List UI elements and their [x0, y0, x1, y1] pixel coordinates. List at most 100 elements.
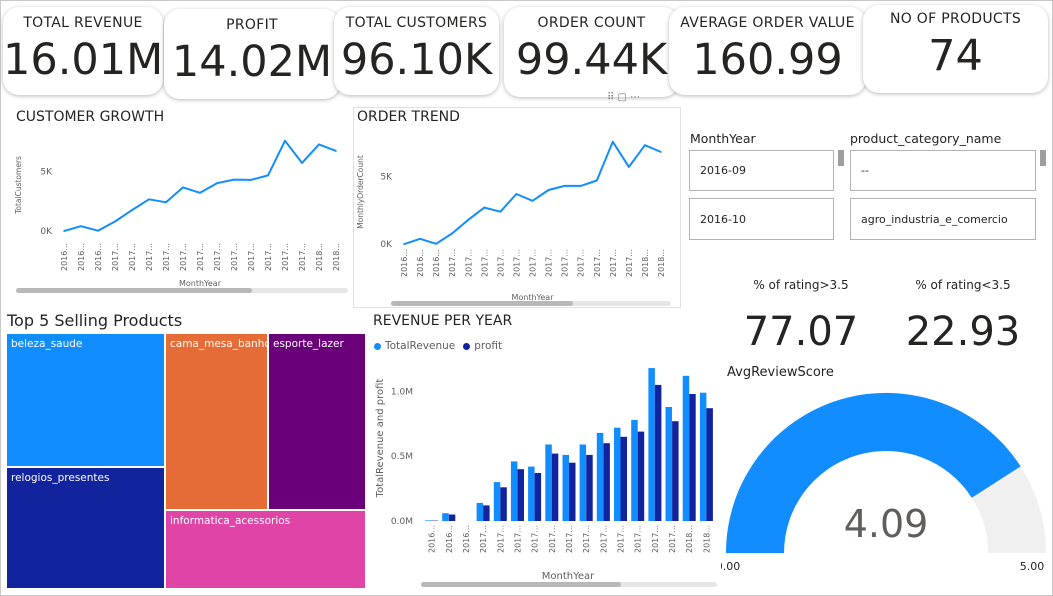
visual-header-icons[interactable]: ⠿ ▢ ⋯	[607, 92, 640, 103]
x-tick-label: 2017...	[128, 243, 137, 271]
data-point	[660, 151, 662, 153]
bar-totalrevenue	[682, 375, 690, 521]
x-tick-label: 2017...	[264, 243, 273, 271]
y-axis-label: TotalCustomers	[14, 156, 23, 215]
x-tick-label: 2018...	[315, 243, 324, 271]
revenue-per-year-chart[interactable]: 0.0M 0.5M 1.0M TotalRevenue and profit 2016.…	[371, 353, 721, 585]
revenue-per-year-title: REVENUE PER YEAR	[373, 313, 513, 329]
kpi-card-total-customers[interactable]: TOTAL CUSTOMERS 96.10K	[334, 7, 499, 95]
kpi-value: 74	[928, 31, 983, 81]
x-tick-label: 2018...	[641, 249, 650, 277]
kpi-card-no-of-products[interactable]: NO OF PRODUCTS 74	[863, 5, 1048, 93]
data-point	[148, 198, 150, 201]
x-tick-label: 2017...	[609, 249, 618, 277]
data-point	[612, 141, 614, 143]
bar-profit	[603, 443, 610, 521]
month-slicer-item[interactable]: 2016-10	[689, 198, 834, 240]
data-point	[199, 191, 201, 194]
avg-review-score-gauge[interactable]: 4.09 0.00 5.00	[721, 383, 1051, 583]
order-trend-title: ORDER TREND	[357, 109, 460, 125]
data-point	[644, 144, 646, 147]
y-tick-label: 0K	[40, 227, 53, 237]
treemap-cell-esporte-lazer[interactable]: esporte_lazer	[268, 333, 366, 510]
customer-growth-title: CUSTOMER GROWTH	[16, 109, 165, 125]
order-trend-scrollbar[interactable]	[391, 301, 671, 306]
gauge-min-label: 0.00	[721, 560, 740, 573]
kpi-label: ORDER COUNT	[537, 15, 646, 31]
treemap-cell-beleza-saude[interactable]: beleza_saude	[6, 333, 165, 467]
x-tick-label: 2017...	[230, 243, 239, 271]
x-tick-label: 2017...	[548, 525, 557, 553]
treemap-cell-label: informatica_acessorios	[170, 515, 291, 527]
y-tick-label: 0.5M	[391, 452, 413, 462]
order-trend-chart[interactable]: 0K 5K MonthlyOrderCount 2016... 2016... 2016.…	[354, 127, 679, 307]
y-axis-label: TotalRevenue and profit	[375, 379, 386, 499]
legend-revenue-dot	[374, 342, 381, 350]
bar-profit	[569, 462, 576, 521]
category-slicer-item[interactable]: --	[850, 150, 1036, 191]
x-tick-label: 2017...	[145, 243, 154, 271]
treemap-cell-informatica-acessorios[interactable]: informatica_acessorios	[165, 510, 366, 589]
scrollbar-thumb[interactable]	[421, 582, 621, 587]
month-slicer-item[interactable]: 2016-09	[689, 150, 834, 191]
kpi-value: 96.10K	[340, 35, 493, 85]
bar-profit	[620, 436, 627, 521]
kpi-card-total-revenue[interactable]: TOTAL REVENUE 16.01M	[3, 7, 163, 95]
data-point	[131, 209, 133, 211]
bar-totalrevenue	[562, 454, 569, 521]
y-tick-label: 5K	[40, 167, 53, 177]
kpi-card-order-count[interactable]: ORDER COUNT 99.44K	[504, 7, 679, 97]
data-point	[563, 185, 566, 187]
x-tick-label: 2017...	[479, 525, 488, 553]
month-slicer-scrollbar[interactable]	[838, 150, 844, 166]
bar-totalrevenue	[545, 444, 552, 521]
x-tick-label: 2017...	[651, 525, 660, 553]
x-axis-label: MonthYear	[542, 571, 595, 582]
x-tick-label: 2018...	[332, 243, 341, 271]
scrollbar-thumb[interactable]	[16, 288, 252, 293]
y-axis-label: MonthlyOrderCount	[356, 155, 365, 229]
x-tick-label: 2016...	[60, 243, 69, 271]
x-tick-label: 2017...	[111, 243, 120, 271]
customer-growth-chart[interactable]: 0K 5K TotalCustomers 2016... 2016... 2016... 2…	[9, 127, 349, 307]
top-selling-products-treemap[interactable]: beleza_saude relogios_presentes cama_mes…	[6, 333, 366, 589]
bar-profit	[551, 453, 559, 521]
customer-growth-scrollbar[interactable]	[16, 288, 348, 293]
x-tick-label: 2017...	[496, 249, 505, 277]
revenue-legend: TotalRevenue profit	[374, 340, 502, 352]
bar-totalrevenue	[510, 461, 518, 521]
revenue-scrollbar[interactable]	[421, 582, 717, 587]
x-axis-label: MonthYear	[179, 279, 222, 288]
bar-profit	[706, 408, 713, 521]
scrollbar-thumb[interactable]	[391, 301, 573, 306]
bar-totalrevenue	[699, 392, 707, 521]
category-slicer-item[interactable]: agro_industria_e_comercio	[850, 198, 1036, 240]
treemap-cell-relogios-presentes[interactable]: relogios_presentes	[6, 467, 165, 589]
gauge-max-label: 5.00	[1020, 560, 1045, 573]
category-slicer-scrollbar[interactable]	[1040, 150, 1046, 166]
treemap-cell-cama-mesa-banho[interactable]: cama_mesa_banho	[165, 333, 271, 510]
y-tick-label: 1.0M	[391, 387, 413, 397]
kpi-card-average-order-value[interactable]: AVERAGE ORDER VALUE 160.99	[669, 7, 866, 95]
data-point	[435, 243, 437, 245]
treemap-cell-label: beleza_saude	[11, 338, 83, 350]
treemap-cell-label: esporte_lazer	[273, 338, 344, 350]
bar-totalrevenue	[614, 427, 621, 521]
kpi-value: 14.02M	[171, 37, 333, 87]
y-tick-label: 0K	[380, 240, 393, 250]
data-point	[595, 179, 598, 182]
kpi-card-profit[interactable]: PROFIT 14.02M	[164, 9, 340, 99]
x-tick-label: 2017...	[577, 249, 586, 277]
x-tick-label: 2016...	[77, 243, 86, 271]
bar-totalrevenue	[528, 466, 535, 521]
data-point	[467, 219, 470, 221]
x-tick-label: 2016...	[416, 249, 425, 277]
x-tick-label: 2018...	[685, 525, 694, 553]
x-tick-label: 2017...	[464, 249, 473, 277]
x-tick-label: 2016...	[94, 243, 103, 271]
data-point	[301, 162, 303, 164]
data-point	[547, 189, 550, 191]
dashboard-canvas: TOTAL REVENUE 16.01M PROFIT 14.02M TOTAL…	[0, 0, 1053, 596]
data-point	[335, 150, 337, 152]
x-tick-label: 2017...	[213, 243, 222, 271]
